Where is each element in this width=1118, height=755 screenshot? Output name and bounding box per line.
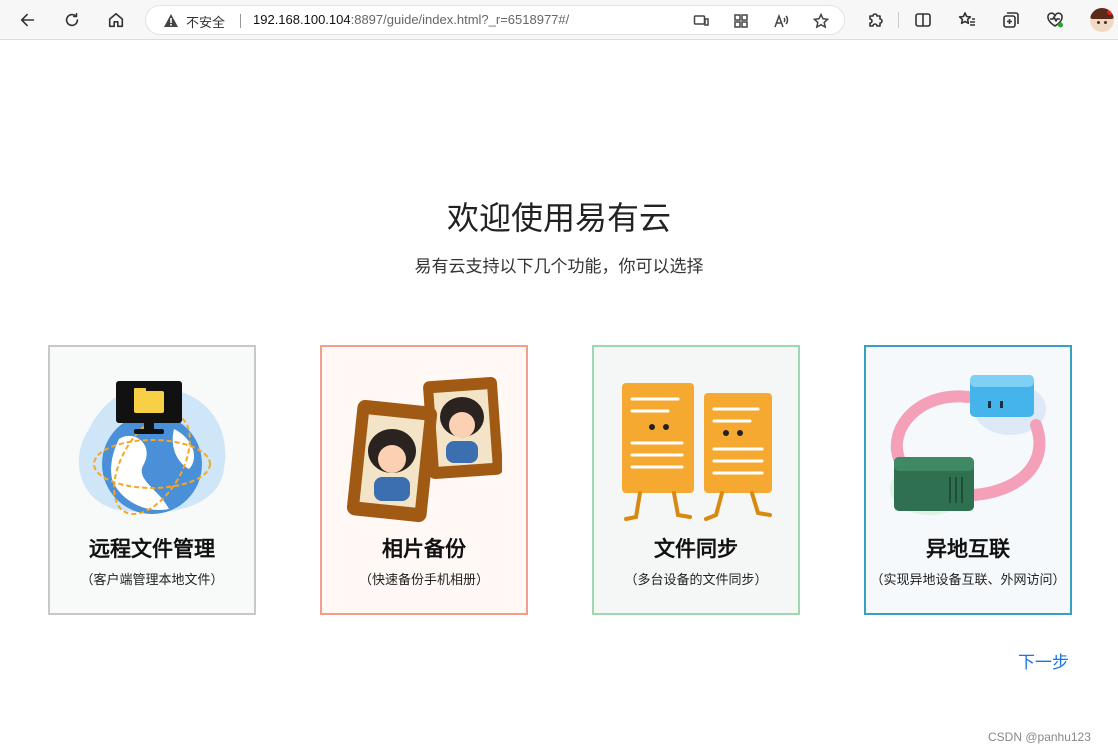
card-photo-backup[interactable]: 相片备份 （快速备份手机相册） (320, 345, 528, 615)
back-arrow-icon[interactable] (14, 6, 42, 34)
favorites-icon[interactable] (956, 9, 978, 31)
watermark: CSDN @panhu123 (988, 730, 1091, 744)
read-aloud-icon[interactable] (771, 11, 791, 31)
refresh-icon[interactable] (58, 6, 86, 34)
toolbar-divider (898, 12, 899, 28)
split-screen-icon[interactable] (912, 9, 934, 31)
avatar-eye-right (1104, 21, 1107, 24)
card-title: 远程文件管理 (89, 537, 215, 561)
collections-icon[interactable] (1000, 9, 1022, 31)
card-description: （实现异地设备互联、外网访问） (870, 573, 1066, 588)
sync-documents-illustration (622, 383, 772, 521)
card-description: （客户端管理本地文件） (80, 573, 224, 588)
card-description: （多台设备的文件同步） (624, 573, 768, 588)
url-host: 192.168.100.104 (253, 12, 351, 27)
card-remote-interconnect[interactable]: 异地互联 （实现异地设备互联、外网访问） (864, 345, 1072, 615)
card-title: 相片备份 (382, 537, 466, 561)
cast-icon[interactable] (691, 11, 711, 31)
puzzle-icon[interactable] (864, 9, 886, 31)
photo-frames-illustration (346, 376, 502, 523)
home-icon[interactable] (102, 6, 130, 34)
next-step-link[interactable]: 下一步 (1018, 648, 1069, 673)
security-status[interactable]: 不安全 (186, 12, 225, 31)
profile-avatar[interactable] (1090, 8, 1114, 32)
connected-devices-illustration (890, 375, 1046, 515)
url-path: :8897/guide/index.html?_r=6518977#/ (350, 12, 570, 27)
warning-icon[interactable] (163, 13, 179, 29)
star-icon[interactable] (811, 11, 831, 31)
apps-grid-icon[interactable] (731, 11, 751, 31)
card-description: （快速备份手机相册） (358, 573, 489, 588)
address-divider (240, 14, 241, 28)
heart-pulse-icon[interactable] (1044, 9, 1066, 31)
page-title: 欢迎使用易有云 (446, 199, 671, 237)
url-text[interactable]: 192.168.100.104:8897/guide/index.html?_r… (253, 12, 569, 27)
card-remote-file-management[interactable]: 远程文件管理 （客户端管理本地文件） (48, 345, 256, 615)
avatar-eye-left (1097, 21, 1100, 24)
browser-toolbar: 不安全 192.168.100.104:8897/guide/index.htm… (0, 0, 1118, 40)
address-bar[interactable]: 不安全 192.168.100.104:8897/guide/index.htm… (145, 5, 845, 35)
card-file-sync[interactable]: 文件同步 （多台设备的文件同步） (592, 345, 800, 615)
globe-monitor-illustration (78, 381, 226, 515)
card-title: 文件同步 (654, 537, 738, 561)
page-subtitle: 易有云支持以下几个功能，你可以选择 (414, 257, 704, 277)
card-title: 异地互联 (926, 537, 1010, 561)
notification-dot (1107, 9, 1113, 15)
